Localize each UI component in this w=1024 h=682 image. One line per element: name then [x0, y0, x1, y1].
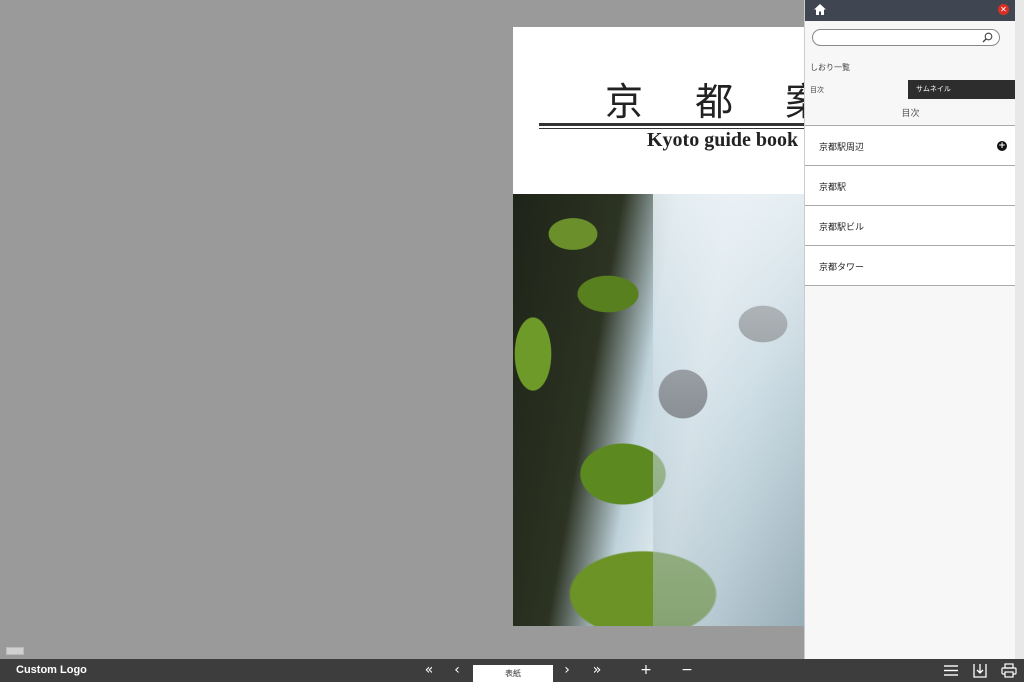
tab-thumbnails[interactable]: サムネイル: [908, 80, 1016, 99]
cover-photo: [513, 194, 804, 626]
side-panel: ✕ しおり一覧 目次 サムネイル 目次 京都駅周辺 + 京都駅 京都駅ビル 京都…: [804, 0, 1016, 659]
scroll-strip[interactable]: [1015, 0, 1024, 659]
close-icon[interactable]: ✕: [998, 4, 1009, 15]
toc-item[interactable]: 京都駅ビル: [805, 206, 1016, 246]
book-subtitle: Kyoto guide book: [647, 129, 799, 151]
search-input[interactable]: [821, 31, 981, 44]
mini-thumbnail-icon[interactable]: [6, 647, 24, 655]
book-page[interactable]: 京 都 案 Kyoto guide book: [513, 27, 804, 626]
tab-toc[interactable]: 目次: [810, 85, 824, 95]
search-box[interactable]: [812, 29, 1000, 46]
toc-item-label: 京都駅: [819, 183, 847, 193]
next-page-button[interactable]: ›: [558, 662, 576, 679]
toc-item[interactable]: 京都タワー: [805, 246, 1016, 286]
toc-item-label: 京都駅周辺: [819, 143, 865, 153]
page-indicator[interactable]: 表紙: [473, 665, 553, 682]
zoom-in-button[interactable]: +: [637, 662, 655, 679]
prev-page-button[interactable]: ‹: [448, 662, 466, 679]
expand-plus-icon[interactable]: +: [997, 141, 1007, 151]
search-icon[interactable]: [982, 32, 993, 43]
bottom-toolbar: Custom Logo « ‹ 表紙 › » + −: [0, 659, 1024, 682]
download-icon[interactable]: [971, 662, 989, 679]
zoom-out-button[interactable]: −: [678, 662, 696, 679]
toc-item[interactable]: 京都駅: [805, 166, 1016, 206]
first-page-button[interactable]: «: [420, 662, 438, 679]
toc-item-label: 京都駅ビル: [819, 223, 865, 233]
waterfall-image: [653, 194, 804, 626]
last-page-button[interactable]: »: [588, 662, 606, 679]
print-icon[interactable]: [1000, 662, 1018, 679]
panel-topbar: ✕: [805, 0, 1015, 21]
home-icon[interactable]: [813, 3, 827, 16]
menu-icon[interactable]: [942, 662, 960, 679]
custom-logo: Custom Logo: [16, 664, 87, 676]
toc-item-label: 京都タワー: [819, 263, 865, 273]
title-rule: [539, 123, 804, 126]
book-title: 京 都 案: [605, 80, 804, 124]
toc-list: 京都駅周辺 + 京都駅 京都駅ビル 京都タワー: [805, 125, 1016, 286]
bookmarks-label[interactable]: しおり一覧: [810, 62, 850, 73]
toc-heading: 目次: [901, 109, 920, 119]
page-header: 京 都 案 Kyoto guide book: [513, 27, 804, 194]
toc-item[interactable]: 京都駅周辺 +: [805, 126, 1016, 166]
